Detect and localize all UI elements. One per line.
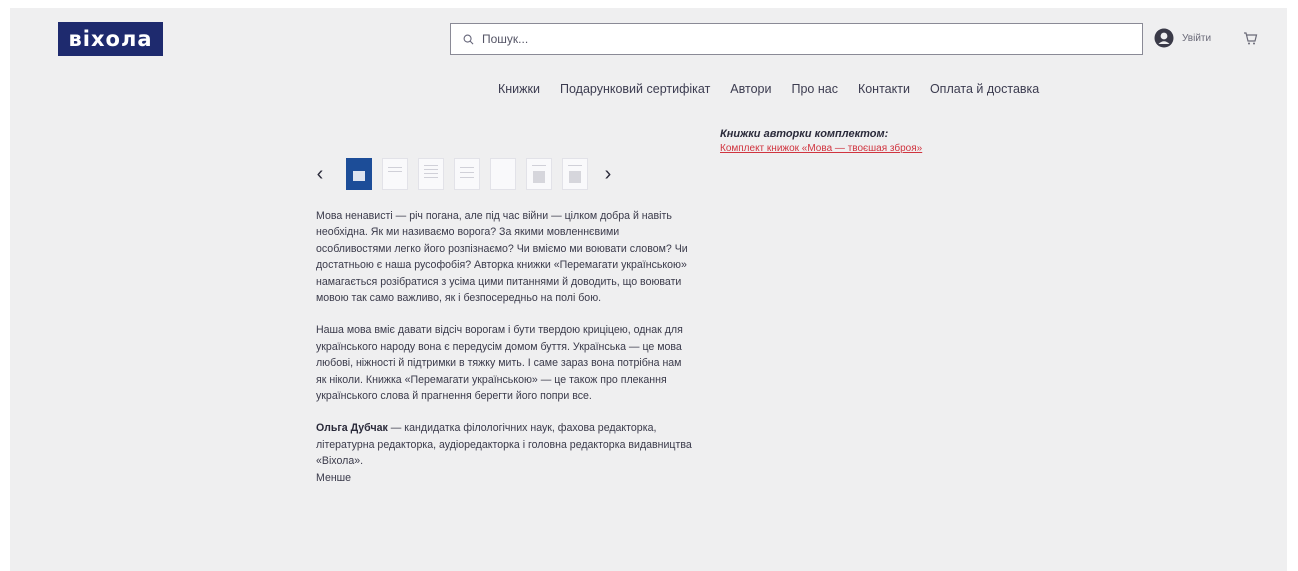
login-label: Увійти [1182,32,1212,44]
gallery-thumbnail[interactable] [346,158,372,190]
cart-icon [1244,32,1258,45]
nav-item-books[interactable]: Книжки [498,82,540,96]
gallery-thumbnail[interactable] [526,158,552,190]
gallery-thumbnail[interactable] [562,158,588,190]
gallery-thumbnail[interactable] [382,158,408,190]
nav-item-contacts[interactable]: Контакти [858,82,910,96]
login-button[interactable]: Увійти [1154,28,1211,48]
author-name: Ольга Дубчак [316,422,388,435]
gallery-thumbnail[interactable] [454,158,480,190]
cart-button[interactable] [1242,30,1258,51]
nav-item-gift-certificate[interactable]: Подарунковий сертифікат [560,82,710,96]
page-background: віхола Увійти Книжки Подарунковий сертиф… [10,8,1287,571]
search-input[interactable] [480,31,1084,47]
description-paragraph: Наша мова вміє давати відсіч ворогам і б… [316,324,683,403]
nav-item-about[interactable]: Про нас [791,82,837,96]
bundle-title: Книжки авторки комплектом: [720,128,889,140]
gallery-next-button[interactable]: › [600,163,616,186]
author-bundle-section: Книжки авторки комплектом: Комплект книж… [720,128,922,154]
nav-item-payment-delivery[interactable]: Оплата й доставка [930,82,1039,96]
nav-item-authors[interactable]: Автори [730,82,771,96]
description-paragraph: Мова ненависті — річ погана, але під час… [316,210,688,305]
gallery-thumbnails [346,158,588,190]
search-icon [463,34,474,44]
logo[interactable]: віхола [58,22,163,56]
book-description: Мова ненависті — річ погана, але під час… [316,208,694,486]
image-gallery: ‹ › [312,158,616,190]
gallery-thumbnail[interactable] [418,158,444,190]
search-bar[interactable] [450,23,1143,55]
gallery-thumbnail[interactable] [490,158,516,190]
bundle-link[interactable]: Комплект книжок «Мова — твоєшая зброя» [720,143,922,154]
gallery-prev-button[interactable]: ‹ [312,163,328,186]
author-bio: Ольга Дубчак — кандидатка філологічних н… [316,420,694,486]
user-avatar-icon [1154,28,1174,48]
show-less-link[interactable]: Менше [316,472,351,484]
main-nav: Книжки Подарунковий сертифікат Автори Пр… [498,82,1039,96]
